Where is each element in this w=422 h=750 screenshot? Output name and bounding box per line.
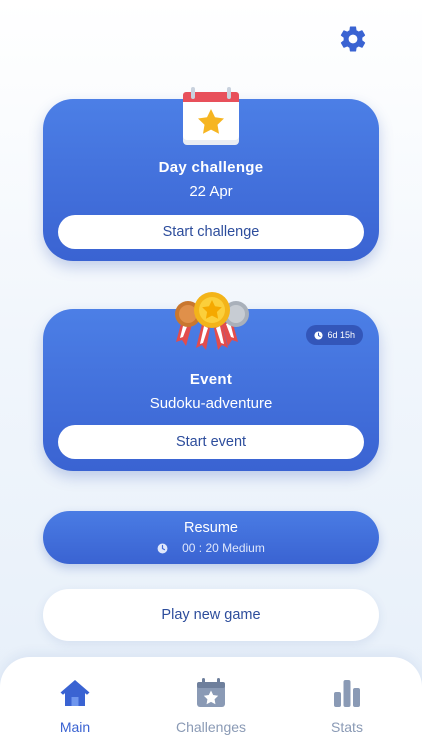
tab-stats[interactable]: Stats (287, 657, 407, 750)
start-challenge-button[interactable]: Start challenge (58, 215, 364, 249)
event-timer-badge: 6d 15h (306, 325, 363, 345)
clock-icon (157, 543, 168, 553)
bar-chart-icon (334, 680, 360, 707)
medals-icon (175, 292, 249, 350)
clock-icon (314, 330, 324, 340)
home-icon (60, 680, 90, 706)
tab-main-label: Main (59, 719, 91, 735)
event-title: Event (189, 371, 233, 388)
resume-time: 00 : 20 (182, 541, 219, 555)
tab-main[interactable]: Main (15, 657, 135, 750)
resume-meta: 00 : 20 Medium (43, 541, 379, 555)
start-event-button[interactable]: Start event (58, 425, 364, 459)
tab-challenges-label: Challenges (175, 719, 247, 735)
calendar-star-icon (183, 87, 239, 145)
resume-difficulty: Medium (222, 541, 265, 555)
tab-stats-label: Stats (331, 719, 363, 735)
day-challenge-date: 22 Apr (189, 183, 233, 200)
bottom-tab-bar: Main Challenges Stats (0, 657, 422, 750)
event-time-left: 6d 15h (327, 330, 355, 340)
event-name: Sudoku-adventure (149, 395, 273, 412)
day-challenge-title: Day challenge (158, 159, 264, 176)
tab-challenges[interactable]: Challenges (151, 657, 271, 750)
resume-button[interactable]: Resume 00 : 20 Medium (43, 511, 379, 564)
calendar-star-icon (197, 678, 225, 707)
resume-label: Resume (184, 520, 238, 536)
gear-icon[interactable] (338, 24, 368, 54)
play-new-game-button[interactable]: Play new game (43, 589, 379, 641)
